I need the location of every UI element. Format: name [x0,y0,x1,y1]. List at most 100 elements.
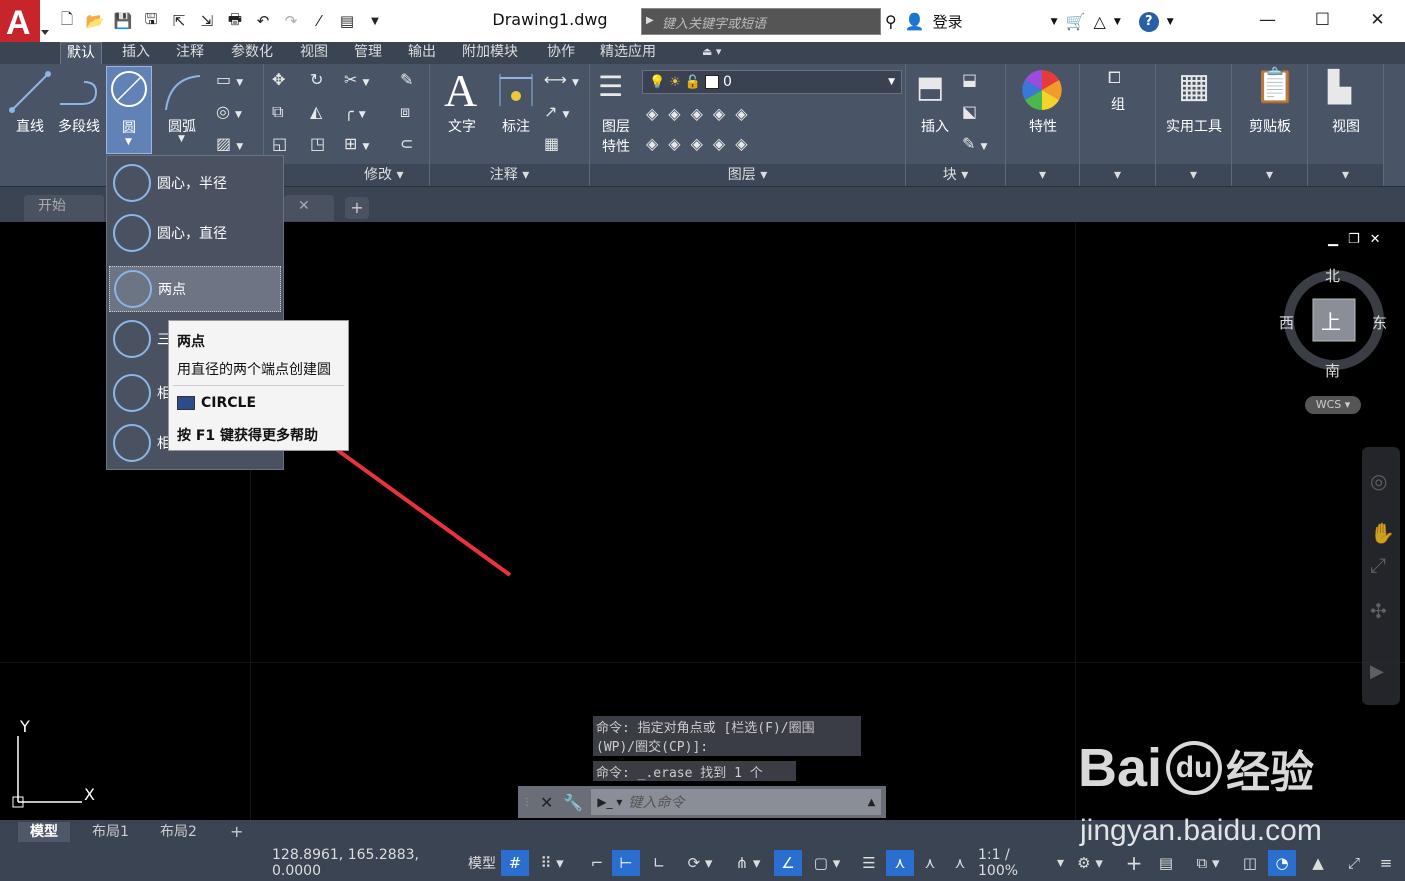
layer-dropdown-icon[interactable]: ▼ [888,77,895,87]
wcs-menu[interactable]: WCS ▾ [1305,396,1361,414]
search-input[interactable]: ▶ 键入关键字或短语 [641,8,881,35]
view-label[interactable]: 视图 [1310,116,1382,136]
status-menu-icon[interactable]: ≡ [1372,850,1400,876]
coordinates-readout[interactable]: 128.8961, 165.2883, 0.0000 [272,847,460,879]
graphics-performance-icon[interactable]: ◔ [1268,850,1296,876]
erase-icon[interactable]: ✎ [400,70,413,89]
layer-color-swatch[interactable] [705,75,720,89]
calculator-icon[interactable]: ▦ [1178,66,1210,106]
lock-icon[interactable]: 🔓 [685,75,701,90]
annotation-visibility-icon[interactable]: ⋏ [886,850,914,876]
clipboard-panel-expand[interactable]: ▾ [1232,164,1307,186]
copy-icon[interactable]: ⧉ [272,102,283,122]
ribbon-minimize-icon[interactable]: ⏏ ▾ [696,42,727,64]
pan-icon[interactable]: ✋ [1370,521,1395,545]
layer-properties-label[interactable]: 图层 [596,116,636,136]
object-snap-icon[interactable]: ▢ ▾ [804,850,850,876]
arc-icon[interactable] [160,70,206,114]
clean-screen-icon[interactable]: ▲ [1304,850,1332,876]
command-customize-icon[interactable]: 🔧 [563,793,583,812]
groups-panel-expand[interactable]: ▾ [1080,164,1155,186]
circle-button[interactable]: 圆 ▼ [106,66,152,154]
insert-label[interactable]: 插入 [912,116,958,136]
grid-icon[interactable]: # [501,850,529,876]
a360-dropdown-icon[interactable]: ▼ [1114,17,1121,27]
tab-addins[interactable]: 附加模块 [456,42,524,64]
quick-properties-icon[interactable]: ⧉ ▾ [1184,850,1232,876]
gradient-icon[interactable]: ▨ ▼ [216,134,243,153]
arc-label[interactable]: 圆弧 [160,116,204,136]
line-icon[interactable] [8,70,52,114]
command-line-grip-icon[interactable]: ⋮ [522,797,532,808]
layer-tools-row-2[interactable]: ◈◈◈◈◈ [646,134,758,153]
viewport-close-icon[interactable]: ✕ [1370,232,1381,247]
annotation-scale[interactable]: 1:1 / 100% ▾ [978,847,1064,879]
menu-item-two-point[interactable]: 两点 [109,266,281,312]
layers-panel-title[interactable]: 图层 ▾ [590,164,905,186]
file-tab-start[interactable]: 开始 [24,195,104,221]
application-menu-button[interactable]: A [0,0,50,42]
layout-tab-2[interactable]: 布局2 [148,822,209,842]
layout-tab-1[interactable]: 布局1 [80,822,141,842]
polyline-label[interactable]: 多段线 [54,116,104,136]
fillet-icon[interactable]: ╭ ▼ [344,102,366,121]
text-icon[interactable]: A [444,64,477,117]
block-attributes-icon[interactable]: ✎ ▼ [962,134,987,153]
view-panel-expand[interactable]: ▾ [1308,164,1383,186]
layer-dropdown[interactable]: 💡 ☀ 🔓 0 ▼ [642,70,902,94]
undo-icon[interactable]: ↶ [252,10,274,32]
snap-icon[interactable]: ⠿ ▾ [532,850,572,876]
login-label[interactable]: 登录 [933,11,963,32]
modify-panel-title[interactable]: 修改 ▾ [264,164,429,186]
move-icon[interactable]: ✥ [272,70,285,89]
dimension-icon[interactable] [496,70,536,110]
search-expand-icon[interactable]: ▶ [646,15,654,26]
text-label[interactable]: 文字 [442,116,482,136]
ortho-icon[interactable]: ∟ [645,850,673,876]
compass-south[interactable]: 南 [1325,360,1340,381]
table-icon[interactable]: ▦ [544,134,559,153]
help-dropdown-icon[interactable]: ▼ [1167,17,1174,27]
maximize-icon[interactable]: ☐ [1295,5,1350,35]
object-snap-tracking-icon[interactable]: ∠ [774,850,802,876]
layer-properties-label-2[interactable]: 特性 [596,136,636,156]
qat-dropdown-icon[interactable]: ▼ [364,10,386,32]
arc-dropdown-icon[interactable]: ▼ [178,134,185,144]
plot-icon[interactable]: 🖶 [224,10,246,32]
linear-dim-icon[interactable]: ⟷ ▼ [544,70,579,89]
viewport-minimize-icon[interactable]: ▁ [1328,232,1338,247]
close-icon[interactable]: ✕ [1350,5,1405,35]
isolate-objects-icon[interactable]: ◫ [1236,850,1264,876]
polar-icon[interactable]: ⟳ ▾ [676,850,724,876]
insert-block-icon[interactable]: ⬒ [916,70,944,105]
groups-label[interactable]: 组 [1100,94,1136,114]
open-web-icon[interactable]: ⇱ [168,10,190,32]
layer-tools-row-1[interactable]: ◈◈◈◈◈ [646,104,758,123]
tab-default[interactable]: 默认 [60,42,102,64]
new-tab-icon[interactable]: + [345,197,369,219]
units-icon[interactable]: ▤ [1152,850,1180,876]
tab-manage[interactable]: 管理 [348,42,388,64]
help-icon[interactable]: ? [1138,11,1159,32]
hatch-icon[interactable]: ◎ ▼ [216,102,242,121]
model-space-toggle[interactable]: 模型 [464,850,500,876]
annotation-panel-title[interactable]: 注释 ▾ [430,164,589,186]
mirror-icon[interactable]: ◭ [310,102,322,121]
tab-view[interactable]: 视图 [294,42,334,64]
annotation-scale-icon[interactable]: ⋏ [946,850,974,876]
polyline-icon[interactable] [56,70,102,114]
rotate-icon[interactable]: ↻ [310,70,323,89]
file-tab-close-icon[interactable]: ✕ [284,195,334,221]
compass-north[interactable]: 北 [1325,265,1340,286]
color-wheel-icon[interactable] [1020,68,1064,112]
infer-constraints-icon[interactable]: ⌐ [584,850,610,876]
dimension-label[interactable]: 标注 [496,116,536,136]
tab-parametric[interactable]: 参数化 [225,42,279,64]
minimize-icon[interactable]: — [1240,5,1295,35]
scale-icon[interactable]: ◳ [310,134,325,153]
layout-tab-model[interactable]: 模型 [18,822,70,842]
utilities-panel-expand[interactable]: ▾ [1156,164,1231,186]
array-icon[interactable]: ⊞ ▼ [344,134,369,153]
tab-output[interactable]: 输出 [402,42,442,64]
new-file-icon[interactable]: 🗋 [56,10,78,32]
